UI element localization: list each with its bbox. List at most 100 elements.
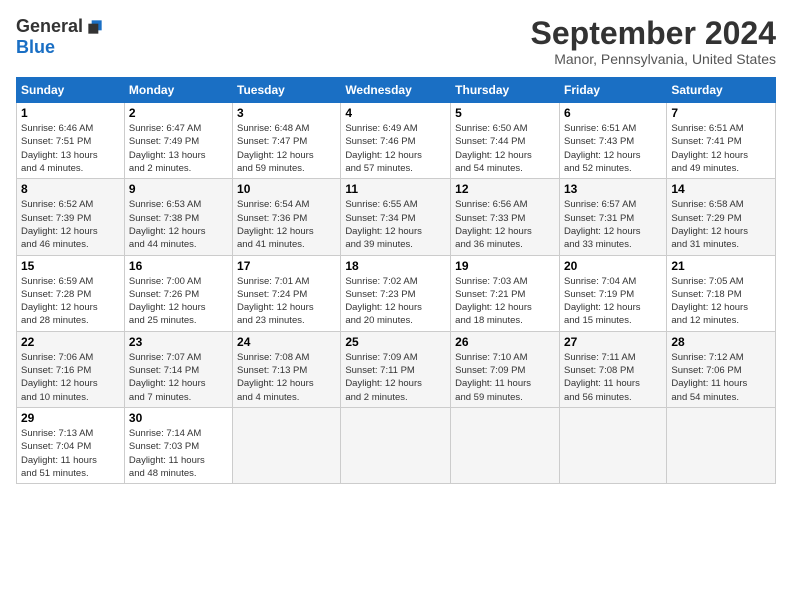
table-row: 30 Sunrise: 7:14 AMSunset: 7:03 PMDayligh… (124, 407, 232, 483)
day-number: 9 (129, 182, 228, 196)
day-number: 6 (564, 106, 662, 120)
logo-icon (85, 17, 105, 37)
day-number: 23 (129, 335, 228, 349)
day-number: 2 (129, 106, 228, 120)
day-detail: Sunrise: 7:03 AMSunset: 7:21 PMDaylight:… (455, 276, 532, 327)
day-detail: Sunrise: 6:50 AMSunset: 7:44 PMDaylight:… (455, 123, 532, 174)
table-row: 19 Sunrise: 7:03 AMSunset: 7:21 PMDayligh… (451, 255, 560, 331)
day-number: 19 (455, 259, 555, 273)
table-row: 25 Sunrise: 7:09 AMSunset: 7:11 PMDayligh… (341, 331, 451, 407)
table-row: 12Sunrise: 6:56 AMSunset: 7:33 PMDayligh… (451, 179, 560, 255)
day-number: 18 (345, 259, 446, 273)
day-number: 27 (564, 335, 662, 349)
table-row (341, 407, 451, 483)
logo-blue: Blue (16, 37, 105, 58)
day-detail: Sunrise: 7:12 AMSunset: 7:06 PMDaylight:… (671, 352, 747, 403)
table-row: 29 Sunrise: 7:13 AMSunset: 7:04 PMDayligh… (17, 407, 125, 483)
table-row (559, 407, 666, 483)
day-number: 24 (237, 335, 336, 349)
day-detail: Sunrise: 6:52 AMSunset: 7:39 PMDaylight:… (21, 199, 98, 250)
day-number: 8 (21, 182, 120, 196)
table-row: 11 Sunrise: 6:55 AMSunset: 7:34 PMDayligh… (341, 179, 451, 255)
calendar-header-row: Sunday Monday Tuesday Wednesday Thursday… (17, 78, 776, 103)
table-row (451, 407, 560, 483)
day-detail: Sunrise: 6:57 AMSunset: 7:31 PMDaylight:… (564, 199, 641, 250)
day-detail: Sunrise: 6:46 AMSunset: 7:51 PMDaylight:… (21, 123, 98, 174)
day-number: 22 (21, 335, 120, 349)
col-tuesday: Tuesday (233, 78, 341, 103)
day-detail: Sunrise: 7:09 AMSunset: 7:11 PMDaylight:… (345, 352, 422, 403)
table-row: 9 Sunrise: 6:53 AMSunset: 7:38 PMDaylight… (124, 179, 232, 255)
day-number: 21 (671, 259, 771, 273)
table-row: 15 Sunrise: 6:59 AMSunset: 7:28 PMDayligh… (17, 255, 125, 331)
day-detail: Sunrise: 6:55 AMSunset: 7:34 PMDaylight:… (345, 199, 422, 250)
day-number: 17 (237, 259, 336, 273)
calendar-table: Sunday Monday Tuesday Wednesday Thursday… (16, 77, 776, 484)
table-row: 5 Sunrise: 6:50 AMSunset: 7:44 PMDaylight… (451, 103, 560, 179)
table-row (233, 407, 341, 483)
day-number: 15 (21, 259, 120, 273)
day-detail: Sunrise: 6:47 AMSunset: 7:49 PMDaylight:… (129, 123, 206, 174)
day-number: 7 (671, 106, 771, 120)
day-number: 28 (671, 335, 771, 349)
table-row: 21 Sunrise: 7:05 AMSunset: 7:18 PMDayligh… (667, 255, 776, 331)
col-monday: Monday (124, 78, 232, 103)
col-sunday: Sunday (17, 78, 125, 103)
day-detail: Sunrise: 7:01 AMSunset: 7:24 PMDaylight:… (237, 276, 314, 327)
table-row: 20Sunrise: 7:04 AMSunset: 7:19 PMDayligh… (559, 255, 666, 331)
day-number: 11 (345, 182, 446, 196)
table-row: 28 Sunrise: 7:12 AMSunset: 7:06 PMDayligh… (667, 331, 776, 407)
day-detail: Sunrise: 7:08 AMSunset: 7:13 PMDaylight:… (237, 352, 314, 403)
day-detail: Sunrise: 6:53 AMSunset: 7:38 PMDaylight:… (129, 199, 206, 250)
table-row: 18 Sunrise: 7:02 AMSunset: 7:23 PMDayligh… (341, 255, 451, 331)
day-detail: Sunrise: 7:13 AMSunset: 7:04 PMDaylight:… (21, 428, 97, 479)
day-detail: Sunrise: 7:06 AMSunset: 7:16 PMDaylight:… (21, 352, 98, 403)
table-row: 1 Sunrise: 6:46 AMSunset: 7:51 PMDaylight… (17, 103, 125, 179)
table-row: 22 Sunrise: 7:06 AMSunset: 7:16 PMDayligh… (17, 331, 125, 407)
table-row: 17 Sunrise: 7:01 AMSunset: 7:24 PMDayligh… (233, 255, 341, 331)
title-block: September 2024 Manor, Pennsylvania, Unit… (531, 16, 776, 67)
col-thursday: Thursday (451, 78, 560, 103)
day-number: 25 (345, 335, 446, 349)
day-number: 4 (345, 106, 446, 120)
logo-general: General (16, 16, 83, 37)
table-row: 2 Sunrise: 6:47 AMSunset: 7:49 PMDaylight… (124, 103, 232, 179)
day-number: 14 (671, 182, 771, 196)
table-row: 8 Sunrise: 6:52 AMSunset: 7:39 PMDaylight… (17, 179, 125, 255)
table-row: 10 Sunrise: 6:54 AMSunset: 7:36 PMDayligh… (233, 179, 341, 255)
day-number: 29 (21, 411, 120, 425)
col-friday: Friday (559, 78, 666, 103)
header: General Blue September 2024 Manor, Penns… (16, 16, 776, 67)
logo: General Blue (16, 16, 105, 58)
table-row: 24 Sunrise: 7:08 AMSunset: 7:13 PMDayligh… (233, 331, 341, 407)
table-row: 14 Sunrise: 6:58 AMSunset: 7:29 PMDayligh… (667, 179, 776, 255)
col-saturday: Saturday (667, 78, 776, 103)
day-number: 10 (237, 182, 336, 196)
day-detail: Sunrise: 6:49 AMSunset: 7:46 PMDaylight:… (345, 123, 422, 174)
day-number: 12 (455, 182, 555, 196)
table-row: 23 Sunrise: 7:07 AMSunset: 7:14 PMDayligh… (124, 331, 232, 407)
table-row: 26Sunrise: 7:10 AMSunset: 7:09 PMDayligh… (451, 331, 560, 407)
table-row: 3 Sunrise: 6:48 AMSunset: 7:47 PMDaylight… (233, 103, 341, 179)
day-number: 26 (455, 335, 555, 349)
day-detail: Sunrise: 6:54 AMSunset: 7:36 PMDaylight:… (237, 199, 314, 250)
table-row (667, 407, 776, 483)
day-detail: Sunrise: 7:04 AMSunset: 7:19 PMDaylight:… (564, 276, 641, 327)
day-number: 3 (237, 106, 336, 120)
day-number: 5 (455, 106, 555, 120)
day-number: 13 (564, 182, 662, 196)
day-detail: Sunrise: 7:07 AMSunset: 7:14 PMDaylight:… (129, 352, 206, 403)
table-row: 4 Sunrise: 6:49 AMSunset: 7:46 PMDaylight… (341, 103, 451, 179)
location: Manor, Pennsylvania, United States (531, 51, 776, 67)
day-detail: Sunrise: 6:51 AMSunset: 7:41 PMDaylight:… (671, 123, 748, 174)
day-number: 16 (129, 259, 228, 273)
day-detail: Sunrise: 6:59 AMSunset: 7:28 PMDaylight:… (21, 276, 98, 327)
table-row: 6Sunrise: 6:51 AMSunset: 7:43 PMDaylight… (559, 103, 666, 179)
day-detail: Sunrise: 6:48 AMSunset: 7:47 PMDaylight:… (237, 123, 314, 174)
day-number: 1 (21, 106, 120, 120)
day-detail: Sunrise: 7:05 AMSunset: 7:18 PMDaylight:… (671, 276, 748, 327)
day-detail: Sunrise: 7:14 AMSunset: 7:03 PMDaylight:… (129, 428, 205, 479)
day-number: 30 (129, 411, 228, 425)
day-detail: Sunrise: 6:58 AMSunset: 7:29 PMDaylight:… (671, 199, 748, 250)
day-detail: Sunrise: 7:02 AMSunset: 7:23 PMDaylight:… (345, 276, 422, 327)
